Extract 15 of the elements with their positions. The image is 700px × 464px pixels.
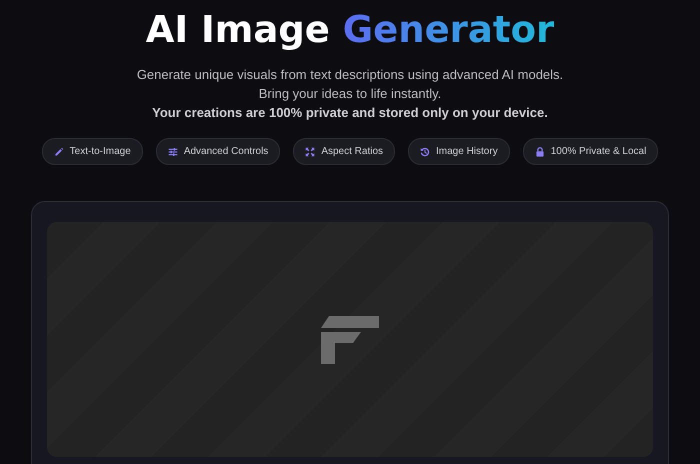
lock-icon — [534, 146, 545, 156]
feature-badge: 100% Private & Local — [522, 138, 658, 165]
description-text: Generate unique visuals from text descriptions using advanced AI models. — [136, 66, 564, 83]
feature-badge: Aspect Ratios — [293, 138, 396, 165]
feature-badge: Text-to-Image — [42, 138, 143, 165]
sliders-icon — [168, 146, 178, 156]
feature-badge: Advanced Controls — [156, 138, 280, 165]
description-text: Bring your ideas to life instantly. — [258, 85, 442, 102]
page-title: AI Image — [146, 8, 330, 51]
pencil-icon — [54, 146, 64, 156]
feature-badge: Image History — [408, 138, 510, 165]
expand-icon — [305, 146, 316, 156]
privacy-note: Your creations are 100% private and stored only on your device. — [152, 104, 548, 121]
logo-icon — [321, 316, 379, 364]
history-icon — [420, 146, 430, 156]
